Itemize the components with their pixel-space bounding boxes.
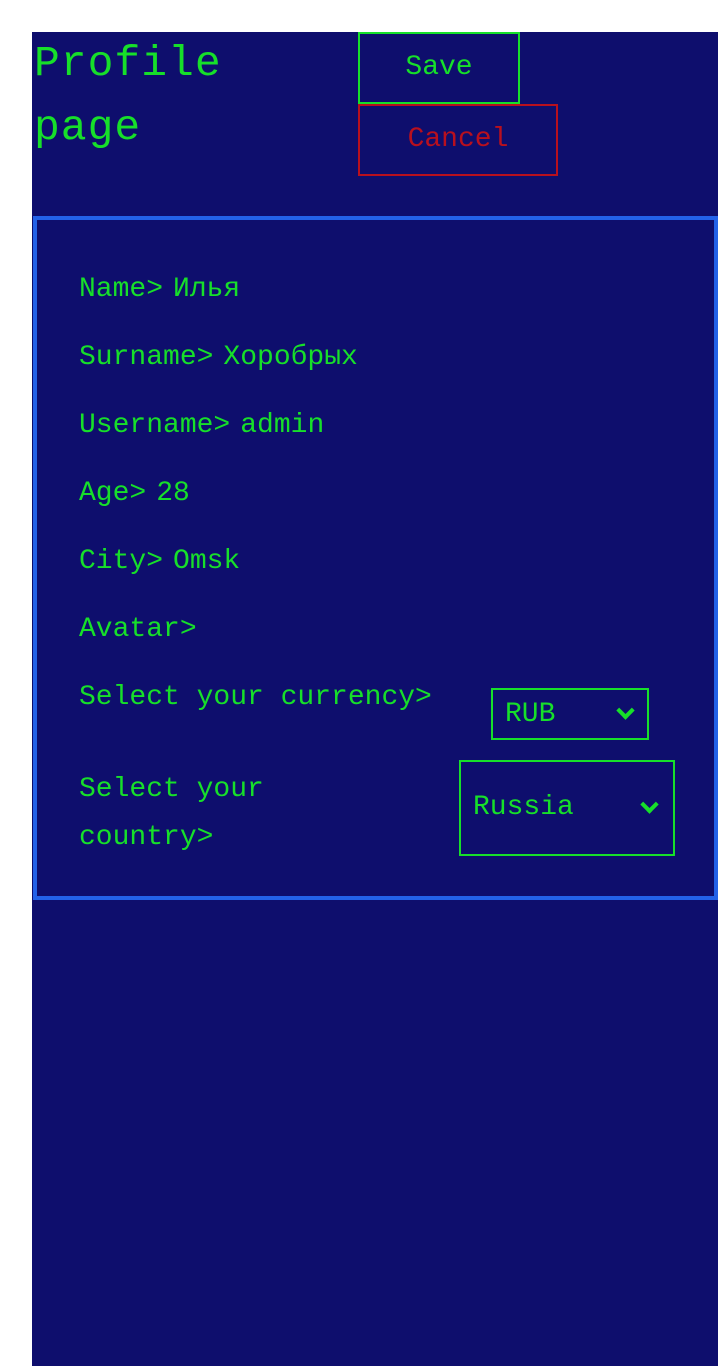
- profile-form: Name> Илья Surname> Хоробрых Username> admi…: [33, 216, 718, 900]
- city-field: City> Omsk: [79, 538, 240, 586]
- profile-page: Profile page Save Cancel Name> Илья Surna…: [32, 32, 718, 1366]
- name-value: Илья: [173, 274, 241, 305]
- country-selected-value: Russia: [473, 792, 574, 823]
- page-title: Profile page: [34, 39, 222, 152]
- currency-field: Select your currency>: [79, 674, 432, 722]
- chevron-down-icon: [640, 795, 659, 814]
- surname-label: Surname>: [79, 342, 214, 373]
- name-field: Name> Илья: [79, 266, 240, 314]
- cancel-button[interactable]: Cancel: [358, 104, 558, 176]
- save-button[interactable]: Save: [358, 32, 520, 104]
- city-value: Omsk: [173, 546, 241, 577]
- chevron-down-icon: [616, 701, 635, 720]
- country-select[interactable]: Russia: [459, 760, 675, 856]
- age-value: 28: [156, 478, 190, 509]
- avatar-field: Avatar>: [79, 606, 197, 654]
- currency-select[interactable]: RUB: [491, 688, 649, 740]
- age-field: Age> 28: [79, 470, 190, 518]
- username-field: Username> admin: [79, 402, 324, 450]
- name-label: Name>: [79, 274, 164, 305]
- username-label: Username>: [79, 410, 231, 441]
- country-label: Select your country>: [79, 774, 264, 853]
- currency-label: Select your currency>: [79, 682, 432, 713]
- username-value: admin: [240, 410, 325, 441]
- currency-selected-value: RUB: [505, 699, 556, 730]
- surname-field: Surname> Хоробрых: [79, 334, 358, 382]
- avatar-label: Avatar>: [79, 614, 197, 645]
- city-label: City>: [79, 546, 164, 577]
- surname-value: Хоробрых: [223, 342, 358, 373]
- age-label: Age>: [79, 478, 147, 509]
